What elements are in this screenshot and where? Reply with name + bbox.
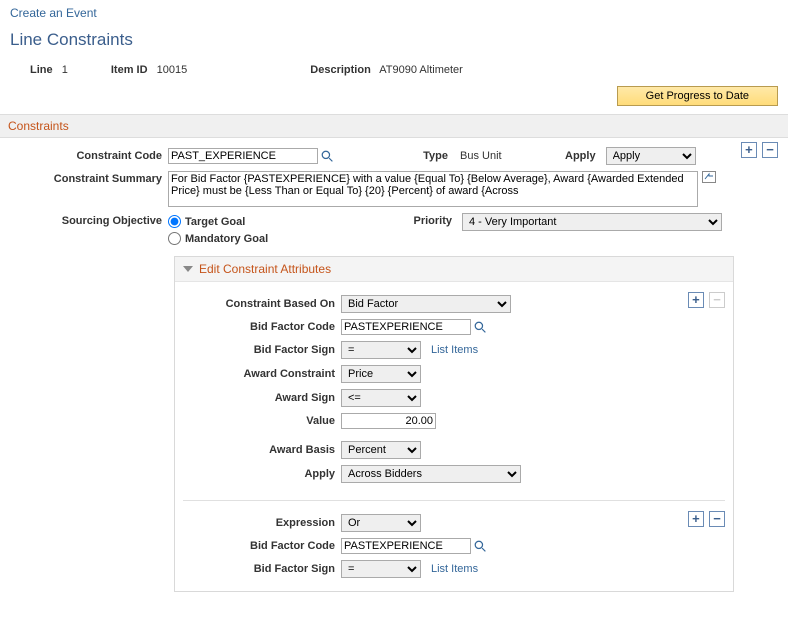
description-value: AT9090 Altimeter xyxy=(379,64,463,76)
constraints-section-header: Constraints xyxy=(0,114,788,138)
lookup-icon[interactable] xyxy=(473,539,487,553)
bid-factor-code-label: Bid Factor Code xyxy=(191,321,341,333)
apply-select[interactable]: Apply xyxy=(606,147,696,165)
collapse-icon[interactable] xyxy=(183,266,193,272)
value-label: Value xyxy=(191,415,341,427)
item-id-value: 10015 xyxy=(157,64,188,76)
target-goal-label: Target Goal xyxy=(185,216,245,228)
description-label: Description xyxy=(310,64,371,76)
bid-factor-code-input[interactable] xyxy=(341,319,471,335)
line-value: 1 xyxy=(62,64,68,76)
award-basis-label: Award Basis xyxy=(191,444,341,456)
type-label: Type xyxy=(334,150,454,162)
award-sign-label: Award Sign xyxy=(191,392,341,404)
list-items-link[interactable]: List Items xyxy=(431,344,478,356)
lookup-icon[interactable] xyxy=(473,320,487,334)
page-title: Line Constraints xyxy=(0,26,788,60)
item-id-label: Item ID xyxy=(111,64,148,76)
bid-factor-sign-label: Bid Factor Sign xyxy=(191,563,341,575)
breadcrumb[interactable]: Create an Event xyxy=(0,0,788,26)
delete-attr-button: − xyxy=(709,292,725,308)
constraint-code-label: Constraint Code xyxy=(8,150,168,162)
expression-label: Expression xyxy=(191,517,341,529)
mandatory-goal-radio[interactable] xyxy=(168,232,181,245)
sourcing-objective-label: Sourcing Objective xyxy=(8,213,168,227)
edit-constraint-attributes-panel: Edit Constraint Attributes + − Constrain… xyxy=(174,256,734,592)
priority-label: Priority xyxy=(338,213,458,227)
target-goal-radio[interactable] xyxy=(168,215,181,228)
lookup-icon[interactable] xyxy=(320,149,334,163)
award-basis-select[interactable]: Percent xyxy=(341,441,421,459)
list-items-link[interactable]: List Items xyxy=(431,563,478,575)
bid-factor-sign-select[interactable]: = xyxy=(341,560,421,578)
constraint-based-on-select[interactable]: Bid Factor xyxy=(341,295,511,313)
line-label: Line xyxy=(30,64,53,76)
apply-select[interactable]: Across Bidders xyxy=(341,465,521,483)
award-constraint-select[interactable]: Price xyxy=(341,365,421,383)
bid-factor-sign-label: Bid Factor Sign xyxy=(191,344,341,356)
apply-label: Apply xyxy=(191,468,341,480)
mandatory-goal-label: Mandatory Goal xyxy=(185,233,268,245)
constraint-based-on-label: Constraint Based On xyxy=(191,298,341,310)
edit-constraint-attributes-title: Edit Constraint Attributes xyxy=(199,262,331,276)
zoom-icon[interactable] xyxy=(700,171,716,183)
add-expr-button[interactable]: + xyxy=(688,511,704,527)
type-value: Bus Unit xyxy=(454,150,502,162)
get-progress-button[interactable]: Get Progress to Date xyxy=(617,86,778,106)
constraint-summary-textarea[interactable]: For Bid Factor {PASTEXPERIENCE} with a v… xyxy=(168,171,698,207)
value-input[interactable] xyxy=(341,413,436,429)
award-constraint-label: Award Constraint xyxy=(191,368,341,380)
delete-expr-button[interactable]: − xyxy=(709,511,725,527)
apply-label: Apply xyxy=(502,150,602,162)
divider xyxy=(183,500,725,501)
award-sign-select[interactable]: <= xyxy=(341,389,421,407)
constraint-summary-label: Constraint Summary xyxy=(8,171,168,185)
delete-row-button[interactable]: − xyxy=(762,142,778,158)
priority-select[interactable]: 4 - Very Important xyxy=(462,213,722,231)
add-row-button[interactable]: + xyxy=(741,142,757,158)
constraint-code-input[interactable] xyxy=(168,148,318,164)
bid-factor-code-input[interactable] xyxy=(341,538,471,554)
expression-select[interactable]: Or xyxy=(341,514,421,532)
bid-factor-code-label: Bid Factor Code xyxy=(191,540,341,552)
add-attr-button[interactable]: + xyxy=(688,292,704,308)
bid-factor-sign-select[interactable]: = xyxy=(341,341,421,359)
info-row: Line 1 Item ID 10015 Description AT9090 … xyxy=(0,60,788,86)
